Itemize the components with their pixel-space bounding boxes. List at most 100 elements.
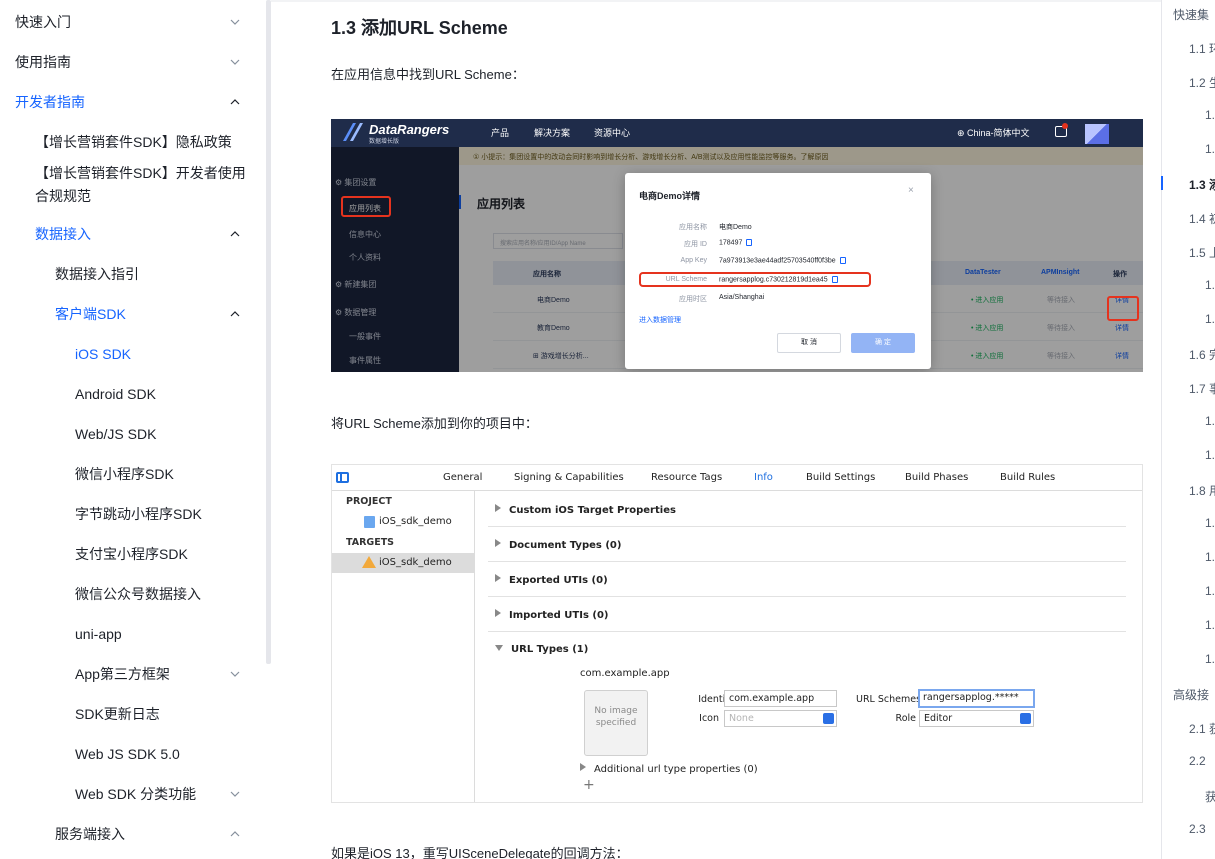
toc-item[interactable]: 1. xyxy=(1205,516,1215,530)
xcode-tab-build-rules: Build Rules xyxy=(1000,472,1056,483)
xcode-additional-label: Additional url type properties (0) xyxy=(594,764,758,775)
project-file-icon xyxy=(364,516,375,528)
toc-item[interactable]: 1.4 初 xyxy=(1189,210,1215,227)
toc-item[interactable]: 1. xyxy=(1205,142,1215,156)
xcode-tab-signing: Signing & Capabilities xyxy=(514,472,624,483)
xcode-tab-build-phases: Build Phases xyxy=(905,472,969,483)
nav-item-developer-guide[interactable]: 开发者指南 xyxy=(0,82,262,122)
nav-label: Web/JS SDK xyxy=(75,426,157,442)
xcode-icon-popup: None xyxy=(724,710,837,727)
nav-label: uni-app xyxy=(75,626,122,642)
nav-item-privacy-policy[interactable]: 【增长营销套件SDK】隐私政策 xyxy=(0,122,262,162)
nav-item-android-sdk[interactable]: Android SDK xyxy=(0,374,262,414)
toc-border xyxy=(1161,0,1162,859)
nav-label: 字节跳动小程序SDK xyxy=(75,506,202,522)
xcode-target-item: iOS_sdk_demo xyxy=(332,553,475,573)
toc-item[interactable]: 1.1 环 xyxy=(1189,40,1215,57)
sidebar-toggle-icon xyxy=(336,472,349,483)
dr-app-id: 178497 xyxy=(719,239,743,247)
xcode-role-label: Role xyxy=(895,713,916,724)
toc-item[interactable]: 1.7 事 xyxy=(1189,380,1215,397)
xcode-section-label: Exported UTIs (0) xyxy=(509,575,608,586)
nav-item-data-access[interactable]: 数据接入 xyxy=(0,214,262,254)
toc-item[interactable]: 1.8 用 xyxy=(1189,482,1215,499)
dr-top-bar: DataRangers 数据增长版 产品 解决方案 资源中心 ⊕ China-简… xyxy=(331,119,1143,147)
toc-item[interactable]: 2.2 xyxy=(1189,754,1206,768)
nav-item-ios-sdk[interactable]: iOS SDK xyxy=(0,334,262,374)
nav-label: Web SDK 分类功能 xyxy=(75,786,197,802)
toc-item[interactable]: 高级接 xyxy=(1173,686,1209,703)
nav-item-data-access-guide[interactable]: 数据接入指引 xyxy=(0,254,262,294)
chevron-up-icon xyxy=(230,829,240,839)
toc-item-active[interactable]: 1.3 添 xyxy=(1189,176,1215,193)
toc-item[interactable]: 1. xyxy=(1205,108,1215,122)
dr-field-label: App Key xyxy=(680,257,707,264)
dr-region-selector: ⊕ China-简体中文 xyxy=(957,128,1030,138)
xcode-role-value: Editor xyxy=(924,713,953,724)
nav-item-web-js-sdk-5[interactable]: Web JS SDK 5.0 xyxy=(0,734,262,774)
avatar xyxy=(1085,124,1109,144)
toc-item[interactable]: 获 xyxy=(1205,788,1215,805)
nav-item-uni-app[interactable]: uni-app xyxy=(0,614,262,654)
nav-label: 客户端SDK xyxy=(55,306,126,322)
toc-item[interactable]: 1. xyxy=(1205,448,1215,462)
message-icon xyxy=(1055,123,1068,137)
xcode-screenshot: General Signing & Capabilities Resource … xyxy=(331,464,1143,803)
toc-active-indicator xyxy=(1161,176,1163,190)
nav-item-bytedance-mini-sdk[interactable]: 字节跳动小程序SDK xyxy=(0,494,262,534)
toc-item[interactable]: 1. xyxy=(1205,652,1215,666)
chevron-down-icon xyxy=(230,57,240,67)
toc-item[interactable]: 1.5 上 xyxy=(1189,244,1215,261)
step3-paragraph: 如果是iOS 13，重写UISceneDelegate的回调方法： xyxy=(331,846,629,859)
dr-field-label: 应用时区 xyxy=(679,296,707,303)
nav-label: 支付宝小程序SDK xyxy=(75,546,188,562)
nav-label: 使用指南 xyxy=(15,54,71,70)
dr-field-value: 电商Demo xyxy=(719,224,752,231)
toc-item[interactable]: 1. xyxy=(1205,618,1215,632)
datarangers-logo-icon xyxy=(341,121,367,146)
xcode-section-imported-utis: Imported UTIs (0) xyxy=(495,609,609,621)
nav-item-wechat-mini-sdk[interactable]: 微信小程序SDK xyxy=(0,454,262,494)
toc-item[interactable]: 1. xyxy=(1205,550,1215,564)
disclosure-triangle-open-icon xyxy=(495,645,503,651)
dr-field-label: 应用名称 xyxy=(679,224,707,231)
nav-item-quickstart[interactable]: 快速入门 xyxy=(0,2,262,42)
xcode-targets-header: TARGETS xyxy=(346,537,395,548)
nav-item-web-sdk-category[interactable]: Web SDK 分类功能 xyxy=(0,774,262,814)
nav-item-client-sdk[interactable]: 客户端SDK xyxy=(0,294,262,334)
disclosure-triangle-icon xyxy=(495,504,501,512)
popup-arrow-icon xyxy=(823,713,834,724)
xcode-project-item: iOS_sdk_demo xyxy=(332,512,475,532)
xcode-target-list: PROJECT iOS_sdk_demo TARGETS iOS_sdk_dem… xyxy=(332,491,475,802)
nav-item-wechat-official[interactable]: 微信公众号数据接入 xyxy=(0,574,262,614)
toc-item[interactable]: 1. xyxy=(1205,278,1215,292)
dr-field-value: Asia/Shanghai xyxy=(719,294,765,301)
toc-item[interactable]: 2.1 获 xyxy=(1189,720,1215,737)
toc-item[interactable]: 快速集 xyxy=(1173,6,1209,23)
toc-item[interactable]: 1. xyxy=(1205,312,1215,326)
nav-item-app-frameworks[interactable]: App第三方框架 xyxy=(0,654,262,694)
xcode-additional-properties: Additional url type properties (0) xyxy=(580,763,758,775)
nav-item-sdk-changelog[interactable]: SDK更新日志 xyxy=(0,694,262,734)
xcode-section-custom-props: Custom iOS Target Properties xyxy=(495,504,676,516)
plus-icon: + xyxy=(583,777,595,793)
nav-item-web-js-sdk[interactable]: Web/JS SDK xyxy=(0,414,262,454)
toc-item[interactable]: 1. xyxy=(1205,414,1215,428)
chevron-down-icon xyxy=(230,669,240,679)
xcode-icon-label: Icon xyxy=(699,713,719,724)
chevron-up-icon xyxy=(230,309,240,319)
nav-item-compliance[interactable]: 【增长营销套件SDK】开发者使用合规规范 xyxy=(0,162,262,208)
section-heading: 1.3 添加URL Scheme xyxy=(331,18,508,38)
dr-field-label: 应用 ID xyxy=(684,241,707,248)
toc-item[interactable]: 1. xyxy=(1205,584,1215,598)
nav-item-alipay-mini-sdk[interactable]: 支付宝小程序SDK xyxy=(0,534,262,574)
toc-item[interactable]: 1.6 完 xyxy=(1189,346,1215,363)
toc-item[interactable]: 2.3 xyxy=(1189,822,1206,836)
copy-icon xyxy=(839,257,846,264)
nav-label: 服务端接入 xyxy=(55,826,125,842)
nav-item-server-access[interactable]: 服务端接入 xyxy=(0,814,262,854)
xcode-tab-build-settings: Build Settings xyxy=(806,472,876,483)
nav-item-guide[interactable]: 使用指南 xyxy=(0,42,262,82)
xcode-tab-general: General xyxy=(443,472,483,483)
toc-item[interactable]: 1.2 生 xyxy=(1189,74,1215,91)
